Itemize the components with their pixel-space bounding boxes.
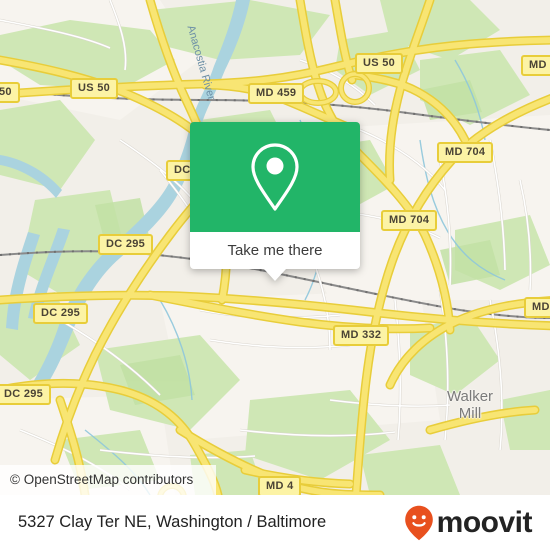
shield-md-7-top-right[interactable]: MD 7 (521, 55, 550, 76)
moovit-pin-smiley-icon (404, 505, 433, 540)
shield-dc-295-lower[interactable]: DC 295 (0, 384, 52, 405)
shield-md-704-lower[interactable]: MD 704 (381, 210, 438, 231)
map-canvas[interactable]: Anacostia River Walker Mill 50 US 50 MD … (0, 0, 550, 495)
address-title: 5327 Clay Ter NE, Washington / Baltimore (18, 513, 327, 531)
shield-us-50-west-edge[interactable]: 50 (0, 82, 20, 103)
osm-attribution[interactable]: © OpenStreetMap contributors (0, 465, 216, 495)
map-pin-icon (251, 143, 299, 211)
moovit-brand[interactable]: moovit (404, 505, 533, 541)
moovit-map-screenshot: Anacostia River Walker Mill 50 US 50 MD … (0, 0, 550, 550)
moovit-wordmark: moovit (436, 505, 533, 539)
popup-pointer (264, 269, 286, 281)
shield-us-50-right[interactable]: US 50 (355, 53, 404, 74)
take-me-there-label: Take me there (227, 242, 323, 259)
shield-md-459[interactable]: MD 459 (248, 83, 305, 104)
take-me-there-button[interactable]: Take me there (190, 232, 360, 269)
shield-md-704-upper[interactable]: MD 704 (437, 142, 494, 163)
popup-header (190, 122, 360, 232)
location-popup-card[interactable]: Take me there (190, 122, 360, 281)
footer-bar: 5327 Clay Ter NE, Washington / Baltimore… (0, 495, 550, 550)
shield-us-50-left[interactable]: US 50 (70, 78, 119, 99)
shield-md-332[interactable]: MD 332 (333, 325, 390, 346)
shield-md-2-right-edge[interactable]: MD 2 (524, 297, 550, 318)
shield-dc-295-middle[interactable]: DC 295 (33, 303, 89, 324)
shield-md-4[interactable]: MD 4 (258, 476, 302, 495)
shield-dc-295-upper[interactable]: DC 295 (98, 234, 154, 255)
place-label-walker-mill: Walker Mill (446, 388, 494, 422)
